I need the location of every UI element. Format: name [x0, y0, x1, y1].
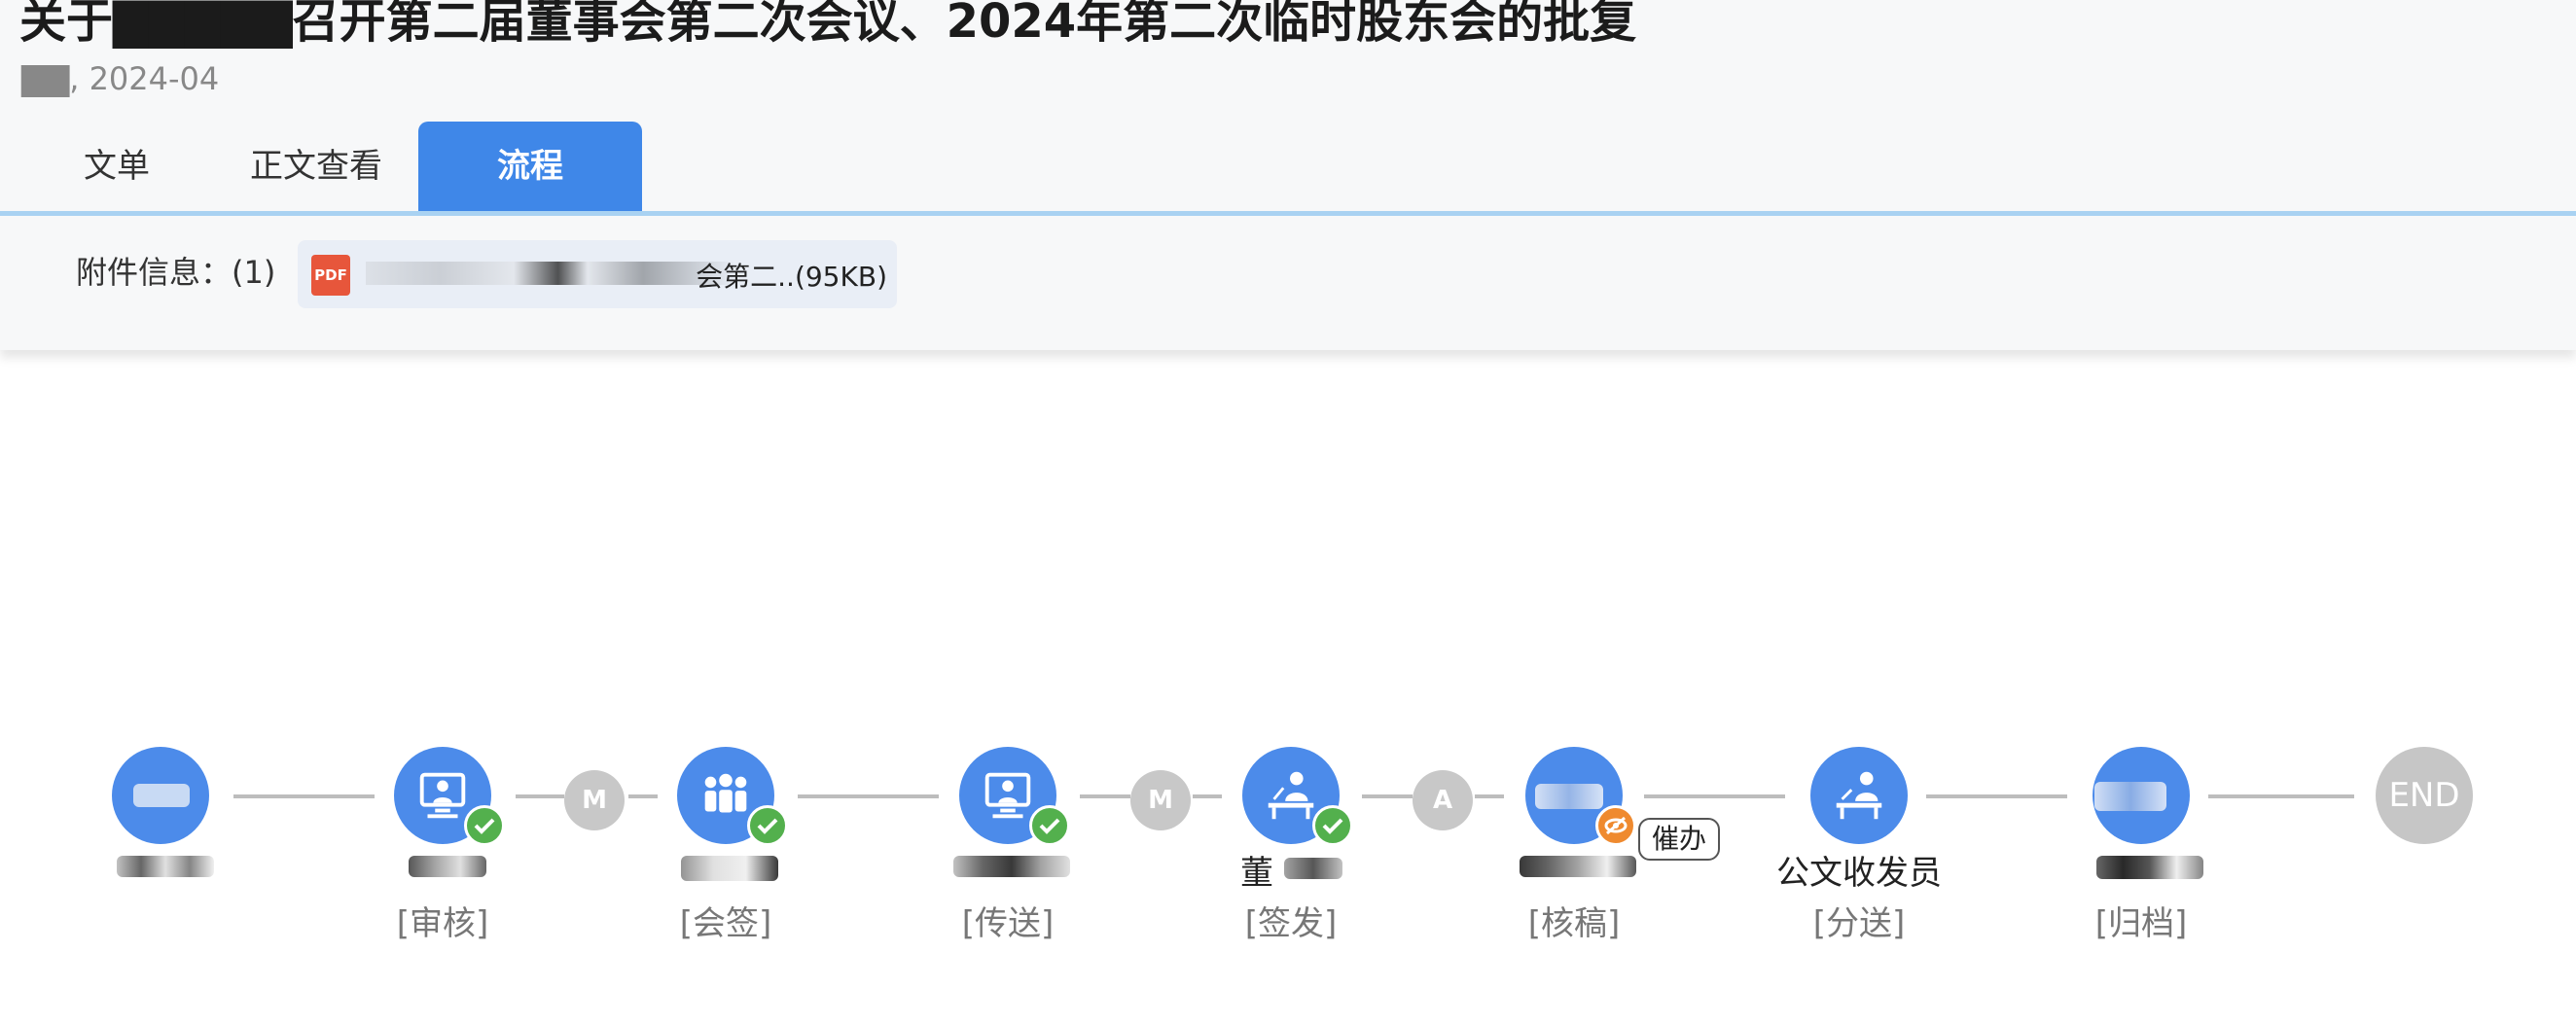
flow-node-start[interactable] — [112, 747, 209, 844]
attachment-chip[interactable]: PDF 会第二..(95KB) — [298, 240, 897, 308]
flow-line — [1193, 794, 1222, 798]
node-role-review: [审核] — [396, 904, 489, 943]
flow-line — [1080, 794, 1130, 798]
node-name-distribute: 公文收发员 — [1776, 854, 1942, 893]
flow-node-distribute[interactable] — [1810, 747, 1908, 844]
tab-bar: 文单 正文查看 流程 — [0, 122, 2576, 211]
flow-line — [516, 794, 564, 798]
check-icon — [1029, 805, 1070, 846]
node-role-issue: [签发] — [1244, 904, 1338, 943]
flow-line — [2208, 794, 2354, 798]
redacted-name — [1284, 858, 1342, 879]
redacted-name — [409, 856, 486, 877]
flow-node-proofread[interactable]: 催办 — [1525, 747, 1721, 861]
urge-button[interactable]: 催办 — [1638, 818, 1721, 861]
node-role-archive: [归档] — [2094, 904, 2188, 943]
flow-node-archive[interactable] — [2093, 747, 2190, 844]
redacted-name — [953, 856, 1070, 877]
flow-line — [628, 794, 658, 798]
flow-line — [1362, 794, 1413, 798]
check-icon — [1312, 805, 1353, 846]
parallel-merge-connector: M — [564, 770, 625, 830]
redacted-name — [117, 856, 214, 877]
archive-node-icon — [2093, 747, 2190, 844]
attachment-label: 附件信息：(1) — [76, 254, 276, 291]
document-header: 关于▇▇▇▇▇召开第二届董事会第二次会议、2024年第二次临时股东会的批复 ▇▇… — [0, 0, 2576, 350]
workflow-diagram: M M A [审核] [会签] [传送] 董 [签发] 催办 [核稿] 公文收发… — [0, 729, 2576, 963]
tab-workflow[interactable]: 流程 — [418, 122, 642, 211]
tab-form[interactable]: 文单 — [49, 122, 185, 211]
tab-underline — [0, 211, 2576, 216]
attachment-filename: 会第二..(95KB) — [696, 261, 887, 293]
auto-branch-connector: A — [1413, 770, 1473, 830]
end-node: END — [2376, 747, 2473, 844]
redacted-name — [681, 856, 778, 881]
redacted-name — [2096, 856, 2203, 879]
flow-line — [233, 794, 375, 798]
page-title: 关于▇▇▇▇▇召开第二届董事会第二次会议、2024年第二次临时股东会的批复 — [19, 0, 1637, 49]
flow-line — [1926, 794, 2067, 798]
flow-line — [1475, 794, 1504, 798]
node-role-proofread: [核稿] — [1527, 904, 1621, 943]
flow-node-countersign[interactable] — [677, 747, 788, 846]
tab-body-view[interactable]: 正文查看 — [233, 122, 399, 211]
desk-worker-icon — [1810, 747, 1908, 844]
flow-node-transmit[interactable] — [959, 747, 1070, 846]
check-icon — [747, 805, 788, 846]
node-role-countersign: [会签] — [679, 904, 772, 943]
parallel-merge-connector: M — [1130, 770, 1191, 830]
redacted-name — [1520, 856, 1636, 877]
check-icon — [464, 805, 505, 846]
flow-node-end: END — [2376, 747, 2473, 844]
flow-node-issue[interactable] — [1242, 747, 1353, 846]
flow-line — [1644, 794, 1785, 798]
node-role-distribute: [分送] — [1812, 904, 1906, 943]
flow-line — [798, 794, 939, 798]
document-meta: ▇▇, 2024-04 — [21, 60, 220, 97]
eye-hidden-icon — [1595, 805, 1636, 846]
start-node-icon — [112, 747, 209, 844]
node-role-transmit: [传送] — [961, 904, 1055, 943]
flow-node-review[interactable] — [394, 747, 505, 846]
